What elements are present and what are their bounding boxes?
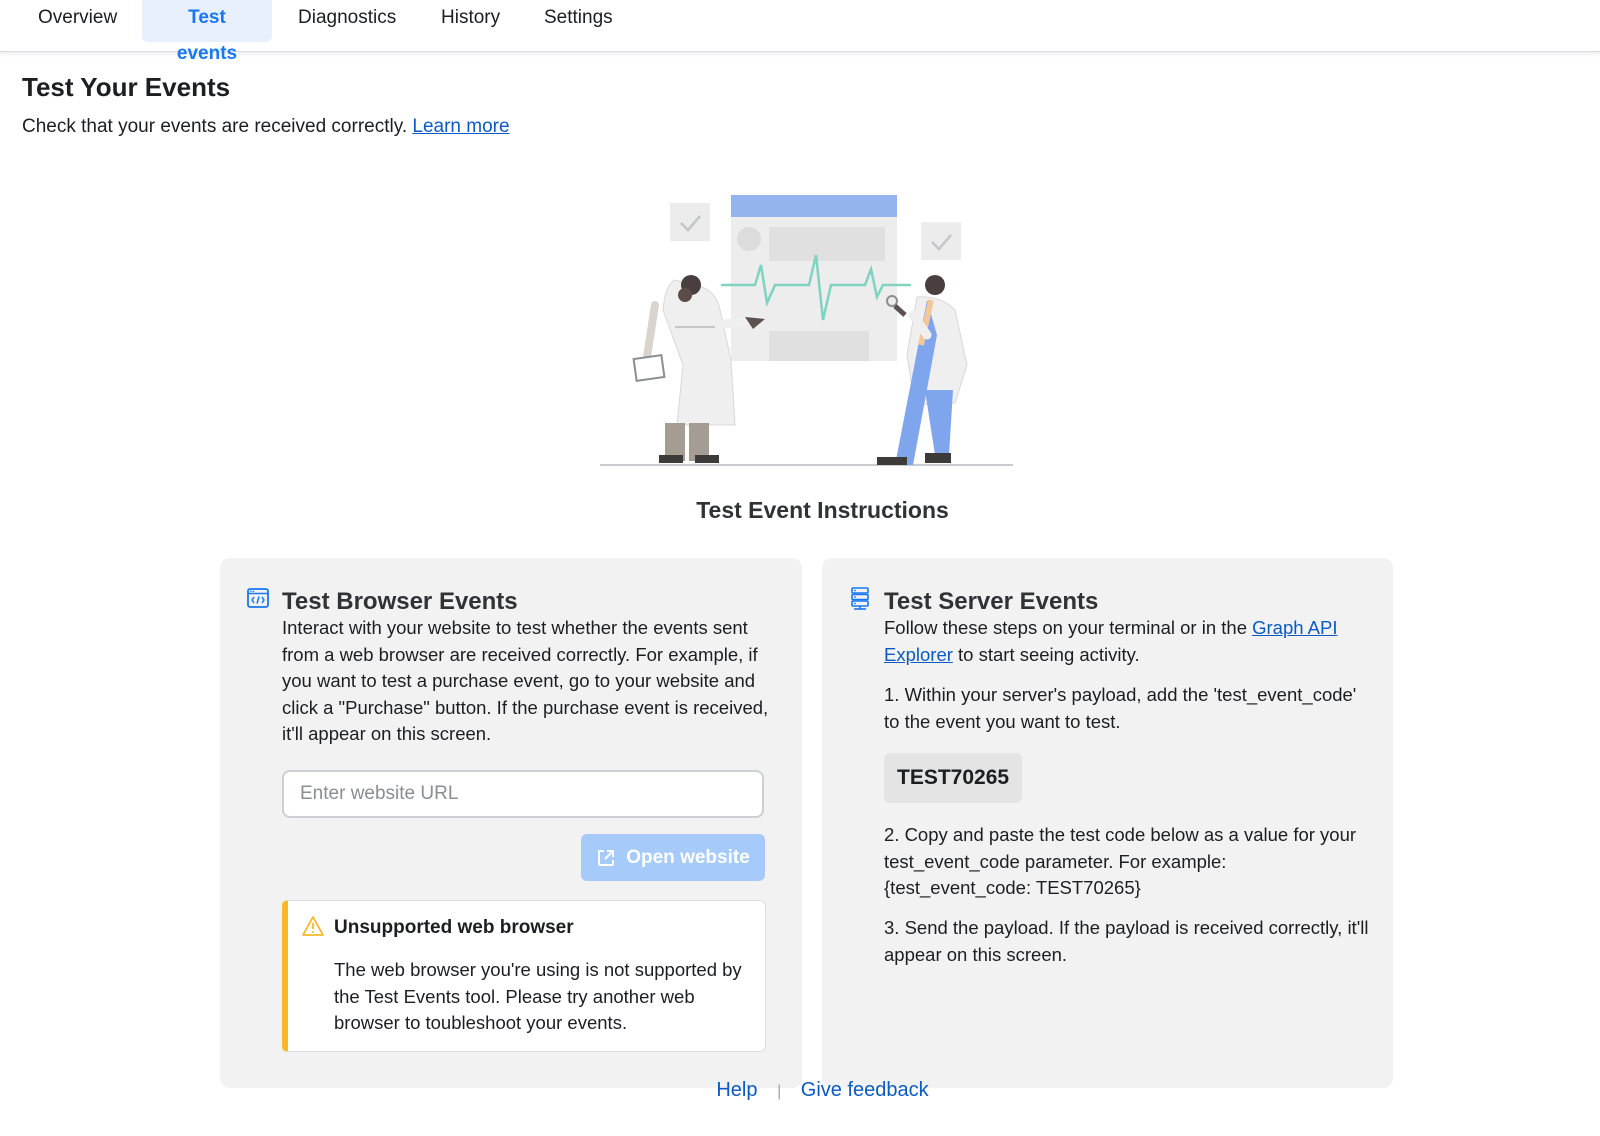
footer-links: Help | Give feedback (0, 1079, 1600, 1102)
website-url-input[interactable] (282, 770, 764, 818)
external-link-icon (598, 849, 615, 866)
server-step-2: 2. Copy and paste the test code below as… (884, 824, 1357, 898)
open-website-label: Open website (626, 846, 750, 868)
code-window-icon (247, 588, 269, 608)
browser-events-card: Test Browser Events Interact with your w… (220, 558, 802, 1088)
server-step-1: 1. Within your server's payload, add the… (884, 684, 1357, 732)
instructions-title: Test Event Instructions (696, 497, 949, 523)
browser-card-title: Test Browser Events (282, 588, 518, 615)
warning-text: The web browser you're using is not supp… (334, 959, 742, 1033)
server-events-card: Test Server Events Follow these steps on… (822, 558, 1393, 1088)
tab-history[interactable]: History (425, 0, 516, 42)
intro-text-before: Follow these steps on your terminal or i… (884, 617, 1247, 638)
server-card-title: Test Server Events (884, 588, 1099, 615)
subtitle-text: Check that your events are received corr… (22, 116, 408, 137)
page-subtitle: Check that your events are received corr… (22, 116, 510, 138)
test-event-code[interactable]: TEST70265 (884, 753, 1023, 803)
tab-overview[interactable]: Overview (22, 0, 133, 42)
give-feedback-link[interactable]: Give feedback (801, 1079, 929, 1101)
learn-more-link[interactable]: Learn more (412, 116, 509, 137)
open-website-button[interactable]: Open website (581, 834, 765, 881)
page-title: Test Your Events (22, 72, 231, 102)
warning-title: Unsupported web browser (334, 917, 574, 938)
tab-diagnostics[interactable]: Diagnostics (282, 0, 412, 42)
unsupported-browser-warning: Unsupported web browser The web browser … (282, 900, 766, 1052)
tab-bar: Overview Test events Diagnostics History… (0, 0, 1600, 64)
tab-test-events[interactable]: Test events (142, 0, 272, 64)
footer-separator: | (777, 1083, 782, 1100)
server-card-intro: Follow these steps on your terminal or i… (884, 615, 1364, 668)
server-icon (851, 587, 869, 610)
doctors-illustration (600, 195, 1013, 466)
server-step-3: 3. Send the payload. If the payload is r… (884, 917, 1369, 965)
help-link[interactable]: Help (716, 1079, 757, 1101)
intro-text-after: to start seeing activity. (958, 643, 1140, 665)
browser-card-description: Interact with your website to test wheth… (282, 617, 769, 744)
tab-settings[interactable]: Settings (528, 0, 629, 42)
warning-icon (302, 916, 324, 936)
